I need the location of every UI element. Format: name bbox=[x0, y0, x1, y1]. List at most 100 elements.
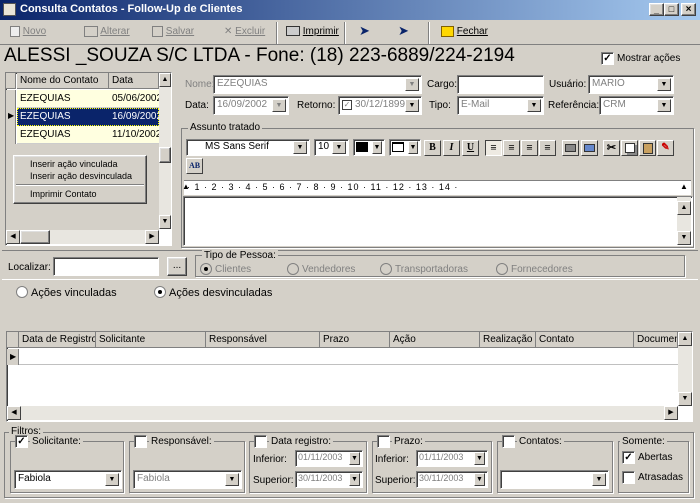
localizar-button[interactable]: ... bbox=[167, 257, 187, 276]
chevron-down-icon[interactable]: ▼ bbox=[372, 141, 382, 154]
column-header-nome[interactable]: Nome do Contato bbox=[17, 73, 109, 89]
scroll-thumb[interactable] bbox=[20, 230, 50, 244]
data-registro-inferior-picker[interactable]: 01/11/2003 ▼ bbox=[295, 450, 363, 467]
font-color-picker[interactable]: ▼ bbox=[353, 139, 385, 156]
prazo-superior-picker[interactable]: 30/11/2003 ▼ bbox=[416, 471, 488, 488]
chevron-down-icon[interactable]: ▼ bbox=[592, 473, 606, 486]
menu-item-inserir-desvinculada[interactable]: Inserir ação desvinculada bbox=[30, 171, 132, 181]
chevron-down-icon[interactable]: ▼ bbox=[405, 99, 419, 112]
chevron-down-icon[interactable]: ▼ bbox=[293, 141, 307, 154]
clear-format-button[interactable]: ✎ bbox=[657, 140, 674, 156]
vertical-scrollbar[interactable]: ▲ ▼ bbox=[677, 197, 691, 245]
referencia-combo[interactable]: CRM ▼ bbox=[599, 96, 674, 115]
scroll-right-button[interactable]: ▶ bbox=[664, 406, 678, 420]
vertical-scrollbar[interactable]: ▲ ▼ bbox=[678, 332, 692, 406]
column-header-contato[interactable]: Contato bbox=[536, 332, 634, 348]
nome-combo[interactable]: EZEQUIAS ▼ bbox=[213, 75, 422, 94]
assunto-textarea[interactable]: ▲ ▼ bbox=[183, 196, 693, 246]
chevron-down-icon[interactable]: ▼ bbox=[332, 141, 346, 154]
retorno-picker[interactable]: ✓ 30/12/1899 ▼ bbox=[338, 96, 422, 115]
column-header-realizacao[interactable]: Realização bbox=[480, 332, 536, 348]
scroll-right-button[interactable]: ▶ bbox=[145, 230, 159, 244]
chevron-down-icon[interactable]: ▼ bbox=[349, 452, 360, 465]
scroll-left-button[interactable]: ◀ bbox=[6, 230, 20, 244]
scroll-down-button[interactable]: ▼ bbox=[677, 231, 691, 245]
scroll-left-button[interactable]: ◀ bbox=[7, 406, 21, 420]
border-style-picker[interactable]: ▼ bbox=[389, 139, 421, 156]
cut-button[interactable]: ✂ bbox=[603, 140, 620, 156]
solicitante-combo[interactable]: Fabiola ▼ bbox=[14, 470, 122, 489]
chevron-down-icon[interactable]: ▼ bbox=[474, 473, 485, 486]
vertical-scrollbar[interactable]: ▲ ▼ bbox=[159, 73, 171, 229]
column-header-data-registro[interactable]: Data de Registro bbox=[19, 332, 96, 348]
contact-row[interactable]: EZEQUIAS 05/06/2002 bbox=[17, 90, 162, 108]
localizar-input[interactable] bbox=[53, 257, 159, 276]
salvar-button[interactable]: Salvar bbox=[148, 23, 198, 43]
column-header-prazo[interactable]: Prazo bbox=[320, 332, 390, 348]
scroll-down-button[interactable]: ▼ bbox=[159, 215, 171, 229]
prazo-checkbox[interactable] bbox=[377, 435, 390, 448]
cargo-field[interactable] bbox=[457, 75, 544, 94]
menu-item-imprimir-contato[interactable]: Imprimir Contato bbox=[30, 189, 97, 199]
column-header-documento[interactable]: Documen bbox=[634, 332, 678, 348]
contact-row[interactable]: EZEQUIAS 16/09/2002 bbox=[17, 108, 162, 126]
radio-clientes[interactable] bbox=[200, 263, 212, 275]
retorno-checkbox[interactable]: ✓ bbox=[342, 100, 352, 110]
abertas-checkbox[interactable]: ✓ bbox=[622, 451, 635, 464]
radio-fornecedores[interactable] bbox=[496, 263, 508, 275]
next-button[interactable]: ➤ bbox=[394, 23, 413, 43]
chevron-down-icon[interactable]: ▼ bbox=[349, 473, 360, 486]
font-combo[interactable]: MS Sans Serif ▼ bbox=[186, 139, 310, 156]
align-center-button[interactable]: ≡ bbox=[503, 140, 520, 156]
font-size-combo[interactable]: 10 ▼ bbox=[314, 139, 349, 156]
align-right-button[interactable]: ≡ bbox=[539, 140, 556, 156]
maximize-button[interactable]: □ bbox=[664, 3, 679, 16]
fechar-button[interactable]: Fechar bbox=[437, 23, 492, 43]
chevron-down-icon[interactable]: ▼ bbox=[225, 473, 239, 486]
bold-button[interactable]: B bbox=[424, 140, 441, 156]
chevron-down-icon[interactable]: ▼ bbox=[657, 78, 671, 91]
print-button[interactable] bbox=[562, 140, 579, 156]
actions-grid[interactable]: Data de Registro Solicitante Responsável… bbox=[6, 331, 693, 422]
prazo-inferior-picker[interactable]: 01/11/2003 ▼ bbox=[416, 450, 488, 467]
chevron-down-icon[interactable]: ▼ bbox=[474, 452, 485, 465]
horizontal-scrollbar[interactable]: ◀ ▶ bbox=[7, 406, 678, 420]
data-registro-superior-picker[interactable]: 30/11/2003 ▼ bbox=[295, 471, 363, 488]
chevron-down-icon[interactable]: ▼ bbox=[527, 99, 541, 112]
scroll-up-button[interactable]: ▲ bbox=[677, 201, 691, 215]
radio-acoes-vinculadas[interactable] bbox=[16, 286, 28, 298]
data-picker[interactable]: 16/09/2002 ▼ bbox=[213, 96, 289, 115]
horizontal-scrollbar[interactable]: ◀ ▶ bbox=[6, 230, 159, 244]
chevron-down-icon[interactable]: ▼ bbox=[408, 141, 418, 154]
data-registro-checkbox[interactable] bbox=[254, 435, 267, 448]
previous-button[interactable]: ➤ bbox=[355, 23, 374, 43]
column-header-data[interactable]: Data bbox=[109, 73, 159, 89]
usuario-combo[interactable]: MARIO ▼ bbox=[588, 75, 674, 94]
radio-acoes-desvinculadas[interactable] bbox=[154, 286, 166, 298]
spell-check-button[interactable]: AB bbox=[186, 158, 203, 174]
column-header-solicitante[interactable]: Solicitante bbox=[96, 332, 206, 348]
radio-transportadoras[interactable] bbox=[380, 263, 392, 275]
solicitante-checkbox[interactable]: ✓ bbox=[15, 435, 28, 448]
chevron-down-icon[interactable]: ▼ bbox=[105, 473, 119, 486]
scroll-up-button[interactable]: ▲ bbox=[678, 332, 692, 346]
responsavel-checkbox[interactable] bbox=[134, 435, 147, 448]
underline-button[interactable]: U bbox=[462, 140, 479, 156]
contatos-checkbox[interactable] bbox=[502, 435, 515, 448]
atrasadas-checkbox[interactable] bbox=[622, 471, 635, 484]
responsavel-combo[interactable]: Fabiola ▼ bbox=[133, 470, 242, 489]
excluir-button[interactable]: ✕ Excluir bbox=[220, 23, 269, 43]
column-header-acao[interactable]: Ação bbox=[390, 332, 480, 348]
tipo-combo[interactable]: E-Mail ▼ bbox=[457, 96, 544, 115]
table-row[interactable] bbox=[19, 349, 678, 365]
italic-button[interactable]: I bbox=[443, 140, 460, 156]
chevron-down-icon[interactable]: ▼ bbox=[405, 78, 419, 91]
alterar-button[interactable]: Alterar bbox=[80, 23, 134, 43]
novo-button[interactable]: Novo bbox=[6, 23, 50, 43]
contact-row[interactable]: EZEQUIAS 11/10/2002 bbox=[17, 126, 161, 144]
scroll-up-button[interactable]: ▲ bbox=[159, 73, 171, 87]
scroll-down-button[interactable]: ▼ bbox=[678, 392, 692, 406]
scroll-thumb[interactable] bbox=[159, 147, 171, 163]
copy-button[interactable] bbox=[621, 140, 638, 156]
close-button[interactable]: × bbox=[681, 3, 696, 16]
